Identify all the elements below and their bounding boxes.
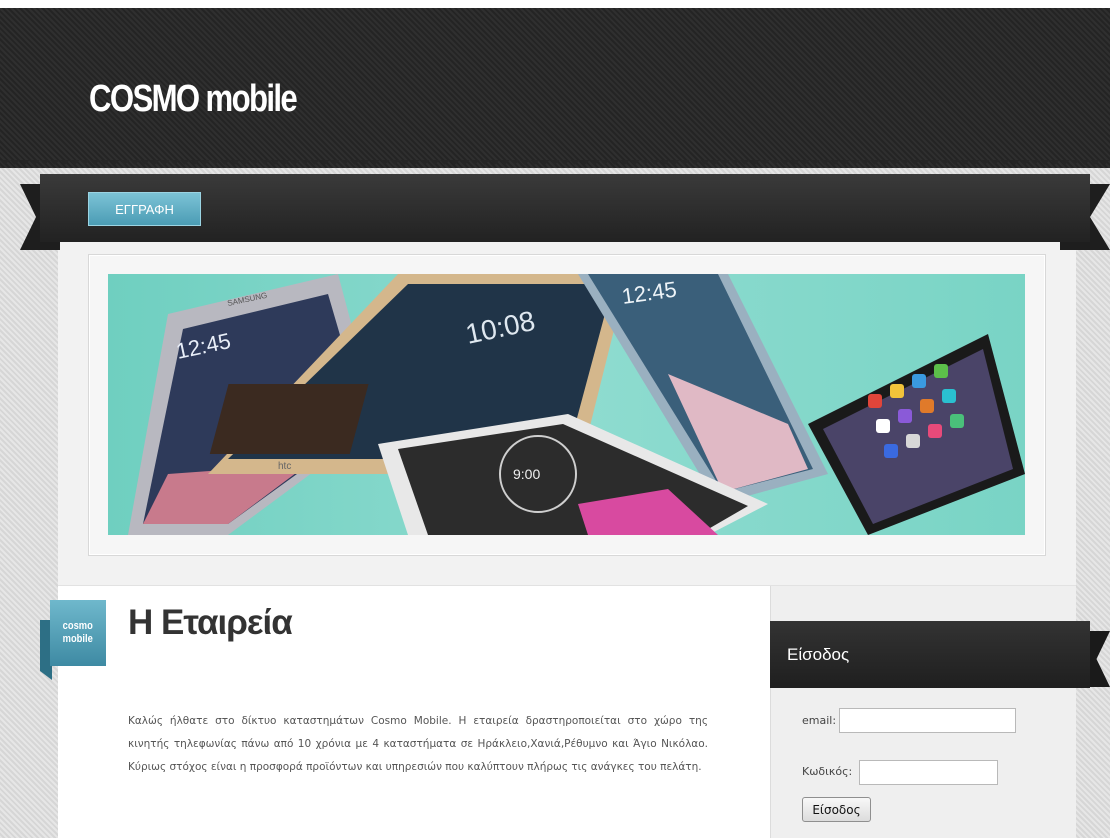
login-title: Είσοδος <box>787 645 850 664</box>
email-label: email: <box>802 714 837 727</box>
register-nav-button[interactable]: ΕΓΓΡΑΦΗ <box>88 192 201 226</box>
badge-line-2: mobile <box>62 633 94 645</box>
svg-text:9:00: 9:00 <box>513 466 540 482</box>
header-top-strip <box>0 0 1110 8</box>
svg-text:htc: htc <box>278 461 291 472</box>
password-label: Κωδικός: <box>802 765 853 778</box>
password-field[interactable] <box>859 760 998 785</box>
site-title[interactable]: COSMO mobile <box>89 78 298 121</box>
phone-iphone <box>808 334 1025 535</box>
badge-line-1: cosmo <box>62 620 94 632</box>
about-paragraph: Καλώς ήλθατε στο δίκτυο καταστημάτων Cos… <box>128 715 708 773</box>
banner-image-phones: 12:45 SAMSUNG 10:08 htc 12:45 9:00 <box>108 274 1025 535</box>
cosmo-mobile-badge: cosmo mobile <box>50 600 106 666</box>
email-field[interactable] <box>839 708 1016 733</box>
page-heading: Η Εταιρεία <box>128 603 293 642</box>
login-submit-button[interactable]: Είσοδος <box>802 797 871 822</box>
header-zigzag-edge <box>0 160 1110 170</box>
phones-illustration: 12:45 SAMSUNG 10:08 htc 12:45 9:00 <box>128 274 1025 535</box>
